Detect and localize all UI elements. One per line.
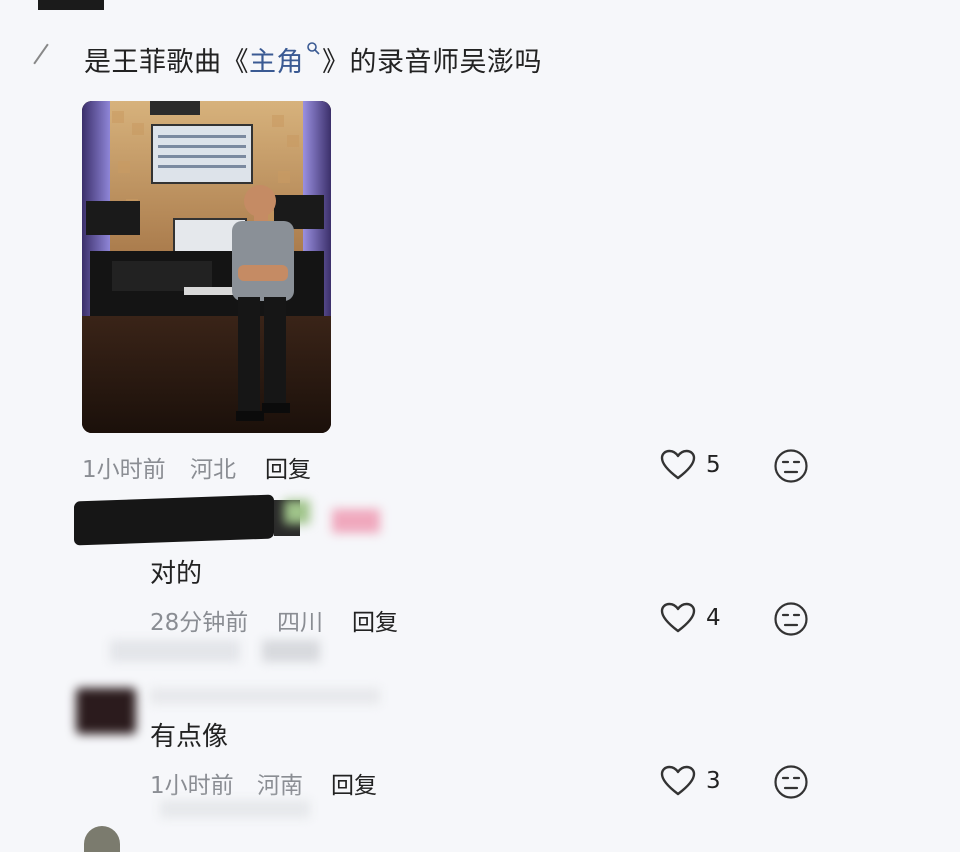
main-comment-text: 是王菲歌曲《主角 》的录音师吴澎吗 [84, 40, 542, 79]
heart-icon [660, 602, 696, 633]
song-link[interactable]: 主角 [249, 42, 322, 78]
next-avatar-fragment[interactable] [84, 826, 120, 852]
reply1-location: 四川 [277, 610, 323, 636]
like-count: 5 [706, 452, 721, 478]
main-reply-button[interactable]: 回复 [265, 450, 311, 484]
blurred-content [262, 640, 320, 662]
comment-photo[interactable] [82, 101, 331, 433]
reply1-like-button[interactable]: 4 [660, 602, 721, 634]
main-comment-time: 1小时前 [82, 457, 166, 483]
reply2-text: 有点像 [150, 722, 229, 752]
main-comment-location: 河北 [190, 457, 236, 483]
comment-text-before: 是王菲歌曲《 [84, 47, 249, 78]
dislike-face-icon[interactable] [773, 764, 809, 800]
heart-icon [660, 765, 696, 796]
song-title[interactable]: 主角 [249, 47, 304, 78]
reply1-avatar-censored[interactable] [74, 494, 300, 550]
reply1-text: 对的 [150, 559, 203, 589]
studio-photo [82, 101, 331, 433]
reply1-reply-button[interactable]: 回复 [352, 603, 398, 637]
blurred-content [160, 800, 310, 818]
search-icon [307, 42, 320, 55]
reply2-time: 1小时前 [150, 773, 234, 799]
reply1-badge-blur [284, 500, 310, 524]
heart-icon [660, 449, 696, 480]
reply1-username-blur[interactable] [332, 509, 380, 533]
reply2-avatar-censored[interactable] [76, 688, 136, 734]
reply2-username-blur[interactable] [150, 688, 380, 704]
reply2-like-button[interactable]: 3 [660, 765, 721, 797]
dislike-face-icon[interactable] [773, 448, 809, 484]
reply2-location: 河南 [257, 773, 303, 799]
main-like-button[interactable]: 5 [660, 449, 721, 481]
reply1-time: 28分钟前 [150, 610, 249, 636]
like-count: 4 [706, 605, 721, 631]
top-avatar-fragment[interactable] [38, 0, 104, 10]
thread-marker [33, 43, 49, 65]
like-count: 3 [706, 768, 721, 794]
blurred-content [110, 640, 240, 662]
reply2-reply-button[interactable]: 回复 [331, 766, 377, 800]
comment-text-after: 》的录音师吴澎吗 [322, 47, 542, 78]
dislike-face-icon[interactable] [773, 601, 809, 637]
